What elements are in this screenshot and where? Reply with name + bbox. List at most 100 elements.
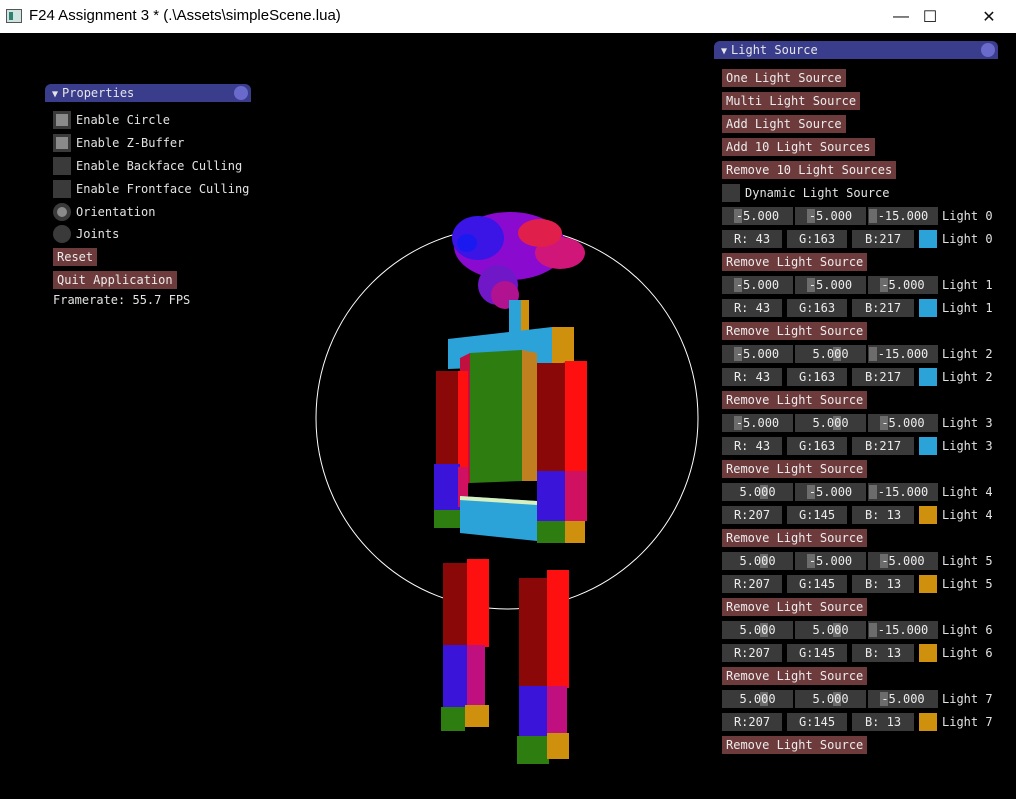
light-5-pos-z-field[interactable]: -5.000 <box>868 552 938 570</box>
light-5-g-field[interactable]: G:145 <box>787 575 847 593</box>
light-pos-value: -5.000 <box>881 692 925 706</box>
collapse-arrow-icon[interactable]: ▼ <box>721 43 727 61</box>
light-0-color-swatch[interactable] <box>919 230 937 248</box>
light-0-pos-z-field[interactable]: -15.000 <box>868 207 938 225</box>
light-panel-header[interactable]: ▼ Light Source <box>714 41 998 59</box>
light-3-color-swatch[interactable] <box>919 437 937 455</box>
panel-close-icon[interactable] <box>234 86 248 100</box>
light-pos-value: -15.000 <box>877 623 929 637</box>
light-pos-value: 5.000 <box>812 347 849 361</box>
light-5-color-swatch[interactable] <box>919 575 937 593</box>
light-4-pos-y-field[interactable]: -5.000 <box>795 483 866 501</box>
light-6-r-field[interactable]: R:207 <box>722 644 782 662</box>
light-5-r-field[interactable]: R:207 <box>722 575 782 593</box>
panel-close-icon[interactable] <box>981 43 995 57</box>
reset-button[interactable]: Reset <box>53 248 98 266</box>
light-5-pos-y-field[interactable]: -5.000 <box>795 552 866 570</box>
light-6-color-swatch[interactable] <box>919 644 937 662</box>
light-4-pos-z-field[interactable]: -15.000 <box>868 483 938 501</box>
light-5-pos-x-field[interactable]: 5.000 <box>722 552 793 570</box>
light-2-pos-x-field[interactable]: -5.000 <box>722 345 793 363</box>
remove-light-0-button[interactable]: Remove Light Source <box>722 253 868 271</box>
remove-light-4-button[interactable]: Remove Light Source <box>722 529 868 547</box>
multi-light-source-button[interactable]: Multi Light Source <box>722 92 861 110</box>
remove-light-5-button[interactable]: Remove Light Source <box>722 598 868 616</box>
light-7-pos-z-field[interactable]: -5.000 <box>868 690 938 708</box>
collapse-arrow-icon[interactable]: ▼ <box>52 86 58 104</box>
light-pos-value: -5.000 <box>881 554 925 568</box>
light-6-pos-y-field[interactable]: 5.000 <box>795 621 866 639</box>
remove-light-2-button[interactable]: Remove Light Source <box>722 391 868 409</box>
light-6-b-field[interactable]: B: 13 <box>852 644 914 662</box>
light-2-pos-z-field[interactable]: -15.000 <box>868 345 938 363</box>
enable-zbuffer-label: Enable Z-Buffer <box>76 136 185 150</box>
right-leg <box>517 570 569 764</box>
enable-frontface-culling-checkbox[interactable] <box>53 180 71 198</box>
light-7-r-field[interactable]: R:207 <box>722 713 782 731</box>
light-2-color-swatch[interactable] <box>919 368 937 386</box>
quit-application-button[interactable]: Quit Application <box>53 271 177 289</box>
light-7-color-swatch[interactable] <box>919 713 937 731</box>
light-3-pos-x-field[interactable]: -5.000 <box>722 414 793 432</box>
light-1-pos-x-field[interactable]: -5.000 <box>722 276 793 294</box>
maximize-button[interactable]: ☐ <box>907 0 953 33</box>
light-2-r-field[interactable]: R: 43 <box>722 368 782 386</box>
light-7-pos-y-field[interactable]: 5.000 <box>795 690 866 708</box>
properties-panel-header[interactable]: ▼ Properties <box>45 84 251 102</box>
light-0-r-field[interactable]: R: 43 <box>722 230 782 248</box>
light-4-g-field[interactable]: G:145 <box>787 506 847 524</box>
light-4-r-field[interactable]: R:207 <box>722 506 782 524</box>
light-3-r-field[interactable]: R: 43 <box>722 437 782 455</box>
light-1-b-field[interactable]: B:217 <box>852 299 914 317</box>
light-4-b-field[interactable]: B: 13 <box>852 506 914 524</box>
light-5-b-field[interactable]: B: 13 <box>852 575 914 593</box>
orientation-label: Orientation <box>76 205 156 219</box>
joints-radio[interactable] <box>53 225 71 243</box>
light-6-g-field[interactable]: G:145 <box>787 644 847 662</box>
one-light-source-button[interactable]: One Light Source <box>722 69 846 87</box>
light-0-pos-y-field[interactable]: -5.000 <box>795 207 866 225</box>
light-0-pos-x-field[interactable]: -5.000 <box>722 207 793 225</box>
orientation-radio[interactable] <box>53 203 71 221</box>
light-3-pos-z-field[interactable]: -5.000 <box>868 414 938 432</box>
light-1-g-field[interactable]: G:163 <box>787 299 847 317</box>
light-2-b-field[interactable]: B:217 <box>852 368 914 386</box>
light-3-pos-y-field[interactable]: 5.000 <box>795 414 866 432</box>
light-2-g-field[interactable]: G:163 <box>787 368 847 386</box>
dynamic-light-source-checkbox[interactable] <box>722 184 740 202</box>
light-7-b-field[interactable]: B: 13 <box>852 713 914 731</box>
light-3-b-field[interactable]: B:217 <box>852 437 914 455</box>
slider-grab-icon[interactable] <box>869 209 877 223</box>
light-3-g-field[interactable]: G:163 <box>787 437 847 455</box>
add-light-source-button[interactable]: Add Light Source <box>722 115 846 133</box>
light-2-pos-y-field[interactable]: 5.000 <box>795 345 866 363</box>
light-pos-value: -5.000 <box>881 416 925 430</box>
slider-grab-icon[interactable] <box>869 485 877 499</box>
enable-zbuffer-checkbox[interactable] <box>53 134 71 152</box>
light-0-g-field[interactable]: G:163 <box>787 230 847 248</box>
remove-light-3-button[interactable]: Remove Light Source <box>722 460 868 478</box>
light-1-position-label: Light 1 <box>942 278 993 292</box>
remove-light-6-button[interactable]: Remove Light Source <box>722 667 868 685</box>
light-0-b-field[interactable]: B:217 <box>852 230 914 248</box>
remove-10-light-sources-button[interactable]: Remove 10 Light Sources <box>722 161 897 179</box>
light-1-pos-y-field[interactable]: -5.000 <box>795 276 866 294</box>
light-4-pos-x-field[interactable]: 5.000 <box>722 483 793 501</box>
slider-grab-icon[interactable] <box>869 623 877 637</box>
remove-light-7-button[interactable]: Remove Light Source <box>722 736 868 754</box>
light-6-pos-z-field[interactable]: -15.000 <box>868 621 938 639</box>
add-10-light-sources-button[interactable]: Add 10 Light Sources <box>722 138 875 156</box>
light-7-g-field[interactable]: G:145 <box>787 713 847 731</box>
light-7-pos-x-field[interactable]: 5.000 <box>722 690 793 708</box>
light-1-color-swatch[interactable] <box>919 299 937 317</box>
light-1-pos-z-field[interactable]: -5.000 <box>868 276 938 294</box>
close-button[interactable]: ✕ <box>966 0 1012 33</box>
slider-grab-icon[interactable] <box>869 347 877 361</box>
app-icon <box>6 9 22 23</box>
enable-backface-culling-checkbox[interactable] <box>53 157 71 175</box>
enable-circle-checkbox[interactable] <box>53 111 71 129</box>
light-4-color-swatch[interactable] <box>919 506 937 524</box>
remove-light-1-button[interactable]: Remove Light Source <box>722 322 868 340</box>
light-6-pos-x-field[interactable]: 5.000 <box>722 621 793 639</box>
light-1-r-field[interactable]: R: 43 <box>722 299 782 317</box>
